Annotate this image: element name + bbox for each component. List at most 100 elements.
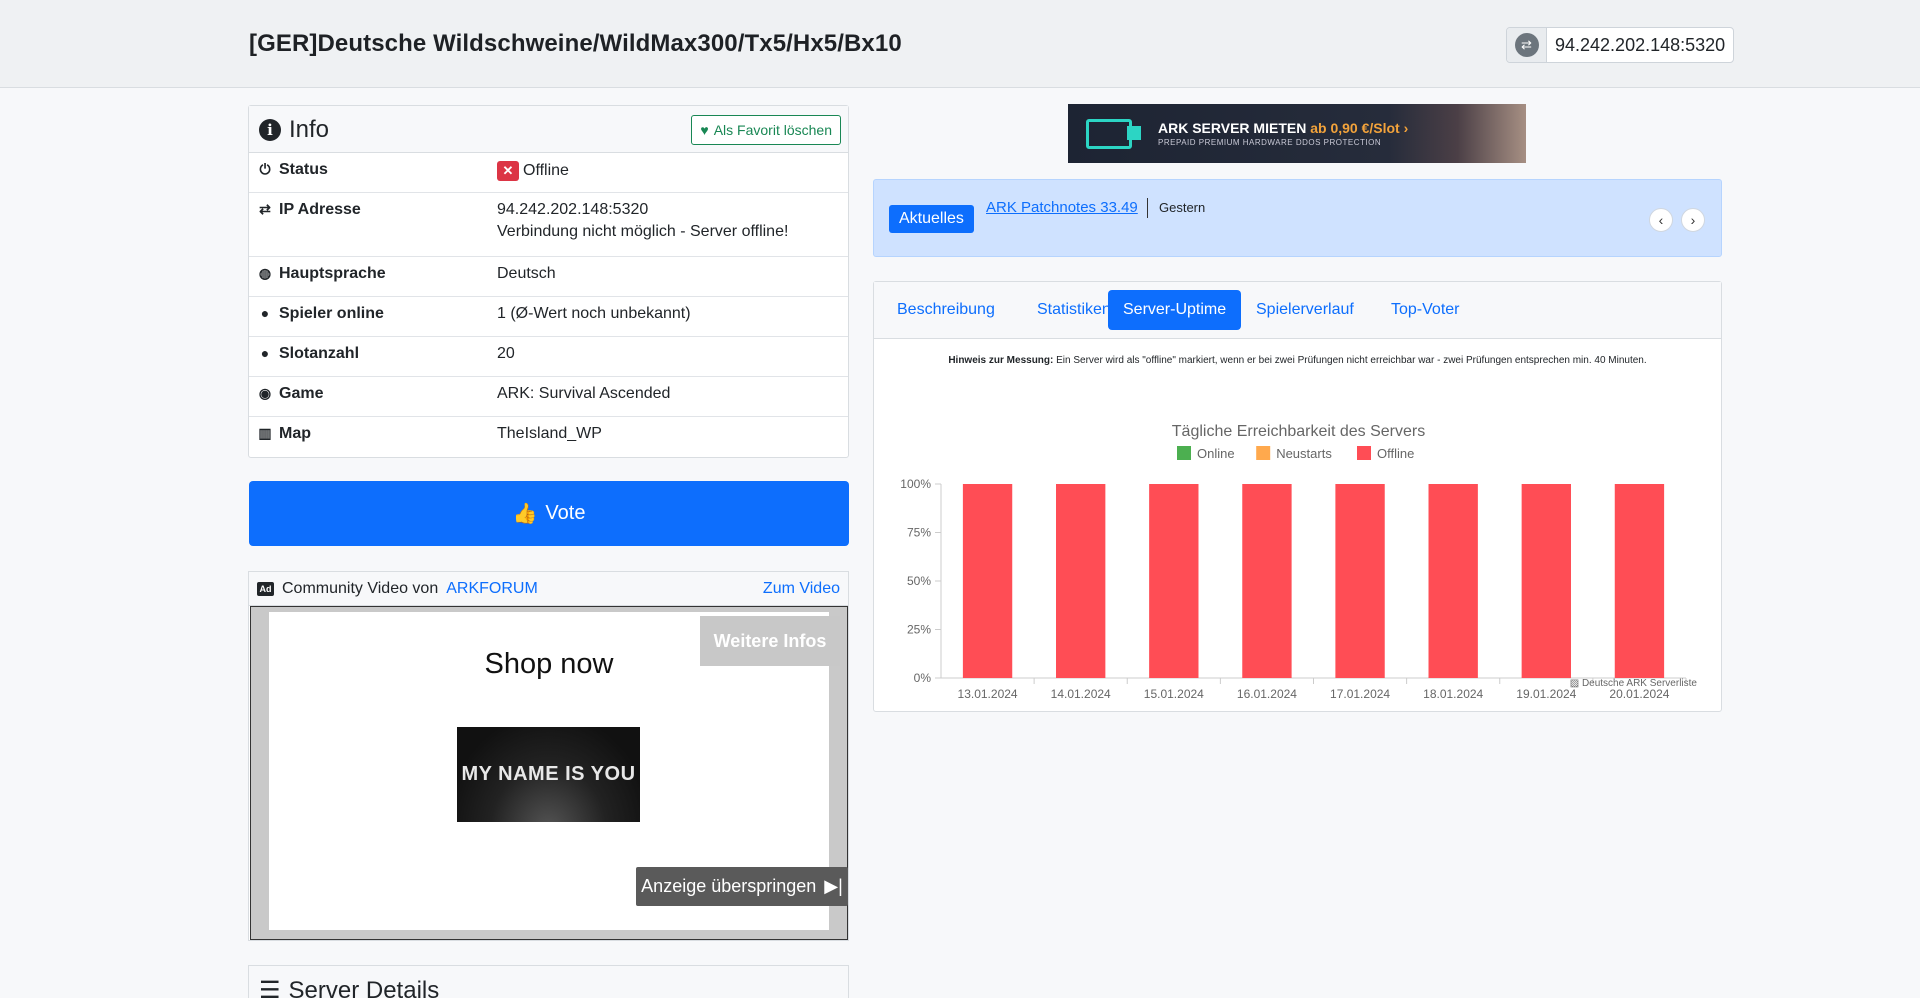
news-ticker: Aktuelles ARK Patchnotes 33.49 Gestern ‹…	[873, 179, 1722, 257]
arkforum-link[interactable]: ARKFORUM	[446, 580, 538, 598]
bar-offline	[1056, 484, 1106, 678]
info-row-slots: ● Slotanzahl 20	[249, 337, 848, 377]
y-tick-label: 0%	[914, 671, 932, 685]
row-label: Hauptsprache	[279, 265, 386, 282]
row-label: Slotanzahl	[279, 345, 360, 362]
tab-spielerverlauf[interactable]: Spielerverlauf	[1241, 290, 1369, 330]
y-tick-label: 75%	[907, 526, 931, 540]
tab-top-voter[interactable]: Top-Voter	[1376, 290, 1474, 330]
power-icon: ⏻	[259, 161, 271, 177]
legend-label: Neustarts	[1276, 446, 1332, 461]
prev-news-button[interactable]: ‹	[1649, 208, 1673, 232]
tab-beschreibung[interactable]: Beschreibung	[882, 290, 1010, 330]
server-details-card: ☰ Server Details	[248, 965, 849, 998]
game-value: ARK: Survival Ascended	[497, 385, 671, 402]
remove-favorite-button[interactable]: ♥ Als Favorit löschen	[691, 115, 841, 145]
user-icon: ●	[260, 345, 270, 361]
row-label: Spieler online	[279, 305, 384, 322]
players-value: 1 (Ø-Wert noch unbekannt)	[497, 305, 691, 322]
vote-button[interactable]: 👍 Vote	[249, 481, 849, 546]
skip-ad-label: Anzeige überspringen	[641, 876, 817, 896]
ad-thumbnail-text: MY NAME IS YOU	[461, 763, 636, 785]
tab-server-uptime[interactable]: Server-Uptime	[1108, 290, 1242, 330]
stats-tabs: Beschreibung Statistiken Server-Uptime S…	[874, 282, 1721, 339]
map-value: TheIsland_WP	[497, 425, 602, 442]
info-title: i Info	[259, 116, 329, 144]
legend-label: Online	[1197, 446, 1235, 461]
info-row-language: ◍ Hauptsprache Deutsch	[249, 257, 848, 297]
vote-label: Vote	[545, 502, 586, 524]
ip-copy-box[interactable]: ⇄ 94.242.202.148:5320	[1506, 27, 1735, 63]
info-row-players: ● Spieler online 1 (Ø-Wert noch unbekannt…	[249, 297, 848, 337]
legend-swatch	[1357, 446, 1371, 460]
status-value: Offline	[523, 162, 569, 180]
info-card-header: i Info ♥ Als Favorit löschen	[249, 106, 848, 153]
bar-offline	[1149, 484, 1199, 678]
hosting-logo-icon	[1086, 118, 1141, 149]
remove-favorite-label: Als Favorit löschen	[713, 122, 832, 138]
row-label: Map	[279, 425, 311, 442]
shuffle-icon: ⇄	[259, 201, 271, 217]
video-card-header: Ad Community Video von ARKFORUM Zum Video	[249, 572, 848, 606]
info-title-text: Info	[289, 116, 330, 143]
x-tick-label: 20.01.2024	[1609, 687, 1669, 701]
patchnotes-link[interactable]: ARK Patchnotes 33.49	[986, 199, 1138, 216]
ad-icon: Ad	[257, 582, 274, 596]
zum-video-link[interactable]: Zum Video	[763, 580, 840, 598]
map-icon: ▥	[258, 425, 272, 441]
stats-card: Beschreibung Statistiken Server-Uptime S…	[873, 281, 1722, 712]
legend-swatch	[1256, 446, 1271, 460]
ip-value: 94.242.202.148:5320	[497, 201, 649, 218]
connection-error-text: Verbindung nicht möglich - Server offlin…	[497, 223, 789, 240]
hint-bold: Hinweis zur Messung:	[948, 355, 1054, 366]
x-tick-label: 18.01.2024	[1423, 687, 1483, 701]
user-icon: ●	[260, 305, 270, 321]
bar-offline	[1428, 484, 1478, 678]
row-label: IP Adresse	[279, 201, 361, 218]
bar-offline	[1614, 484, 1665, 678]
ip-address-field[interactable]: 94.242.202.148:5320	[1547, 28, 1733, 62]
hint-text: Ein Server wird als "offline" markiert, …	[1053, 355, 1647, 366]
row-label: Status	[279, 161, 328, 178]
bar-offline	[962, 484, 1013, 678]
x-tick-label: 13.01.2024	[958, 687, 1018, 701]
video-player[interactable]: Shop now MY NAME IS YOU Weitere Infos An…	[250, 606, 848, 940]
y-tick-label: 100%	[900, 477, 931, 491]
measurement-hint: Hinweis zur Messung: Ein Server wird als…	[874, 355, 1721, 366]
offline-x-icon: ✕	[497, 161, 519, 181]
ark-server-banner-ad[interactable]: ARK SERVER MIETEN ab 0,90 €/Slot › PREPA…	[1068, 104, 1526, 163]
info-card: i Info ♥ Als Favorit löschen ⏻ Status ✕ Of…	[248, 105, 849, 458]
info-icon: i	[259, 119, 281, 141]
x-tick-label: 16.01.2024	[1237, 687, 1297, 701]
chart-credit-text: Deutsche ARK Serverliste	[1581, 678, 1697, 689]
chevron-right-icon: ›	[1403, 120, 1409, 136]
bar-offline	[1335, 484, 1385, 678]
list-icon: ☰	[259, 977, 281, 998]
ad-thumbnail[interactable]: MY NAME IS YOU	[457, 727, 640, 822]
info-row-map: ▥ Map TheIsland_WP	[249, 417, 848, 457]
next-news-button[interactable]: ›	[1681, 208, 1705, 232]
video-label-text: Community Video von	[282, 580, 439, 597]
community-video-card: Ad Community Video von ARKFORUM Zum Video…	[248, 571, 849, 941]
slots-value: 20	[497, 345, 515, 362]
banner-price: ab 0,90 €/Slot	[1310, 120, 1400, 136]
news-badge: Aktuelles	[889, 205, 974, 233]
more-info-button[interactable]: Weitere Infos	[700, 616, 840, 666]
banner-tagline: PREPAID PREMIUM HARDWARE DDOS PROTECTION	[1158, 138, 1382, 147]
copy-button[interactable]: ⇄	[1507, 28, 1547, 62]
server-details-title: Server Details	[288, 976, 440, 998]
thumbs-up-icon: 👍	[512, 503, 538, 525]
chart-title: Tägliche Erreichbarkeit des Servers	[1172, 423, 1425, 440]
y-tick-label: 50%	[907, 574, 931, 588]
x-tick-label: 14.01.2024	[1051, 687, 1111, 701]
legend-swatch	[1177, 446, 1191, 460]
news-separator	[1147, 198, 1148, 218]
row-label: Game	[279, 385, 324, 402]
gamepad-icon: ◉	[258, 385, 272, 401]
chart-credit-icon: ▨	[1569, 678, 1580, 689]
legend-label: Offline	[1377, 446, 1414, 461]
language-value: Deutsch	[497, 265, 556, 282]
y-tick-label: 25%	[907, 623, 931, 637]
skip-ad-button[interactable]: Anzeige überspringen ▶|	[636, 867, 848, 906]
server-title: [GER]Deutsche Wildschweine/WildMax300/Tx…	[249, 30, 902, 57]
